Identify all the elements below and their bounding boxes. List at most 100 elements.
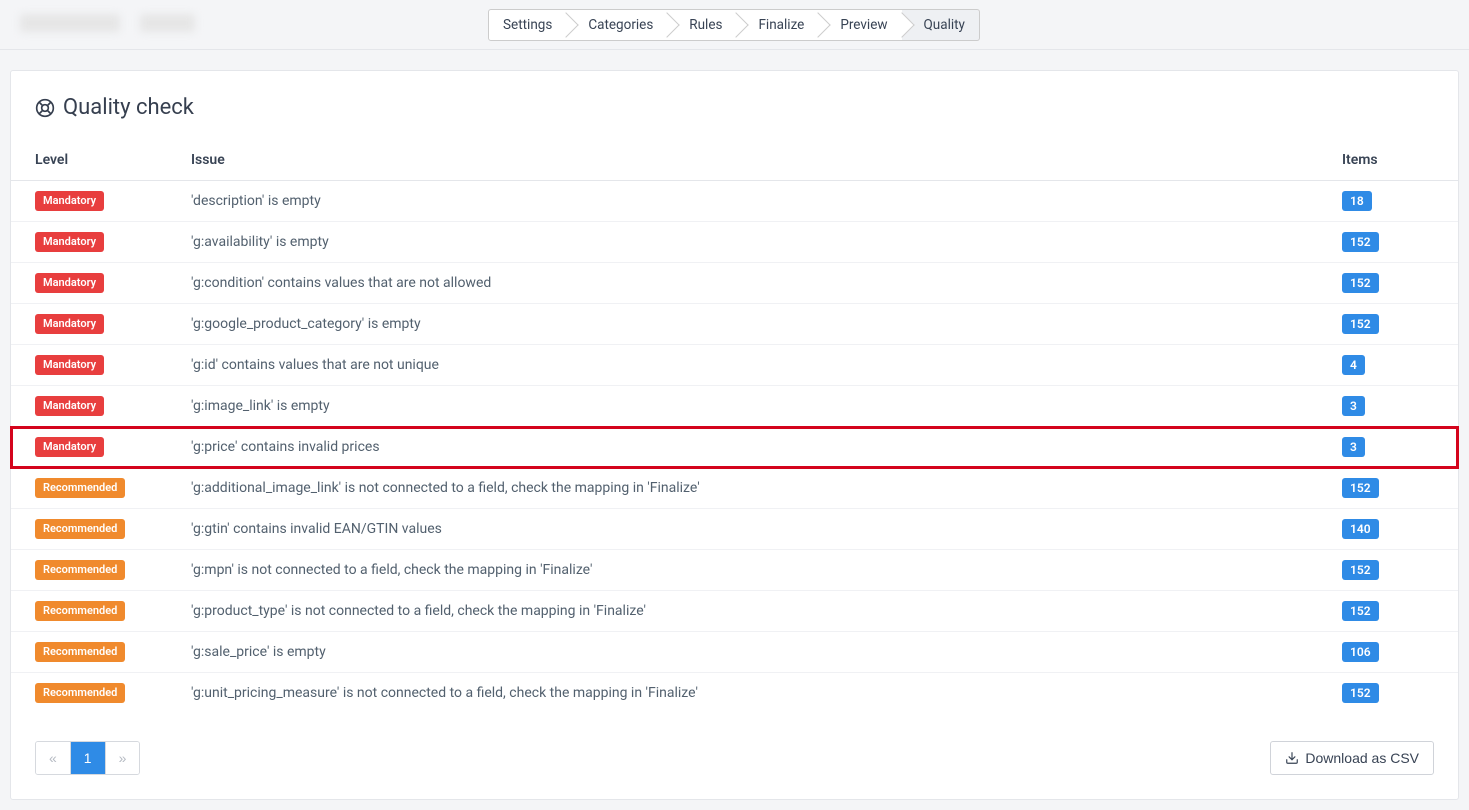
panel-title: Quality check	[63, 95, 194, 120]
cell-level: Recommended	[11, 591, 167, 632]
cell-items: 18	[1318, 181, 1458, 222]
level-badge: Mandatory	[35, 314, 104, 333]
table-row[interactable]: Recommended 'g:product_type' is not conne…	[11, 591, 1458, 632]
table-row[interactable]: Mandatory 'g:google_product_category' is …	[11, 304, 1458, 345]
cell-issue: 'g:image_link' is empty	[167, 386, 1318, 427]
cell-issue: 'g:id' contains values that are not uniq…	[167, 345, 1318, 386]
top-left-placeholder	[20, 14, 195, 32]
table-row[interactable]: Recommended 'g:mpn' is not connected to a…	[11, 550, 1458, 591]
cell-level: Recommended	[11, 673, 167, 714]
level-badge: Mandatory	[35, 396, 104, 415]
table-row[interactable]: Mandatory'g:condition' contains values t…	[11, 263, 1458, 304]
cell-level: Recommended	[11, 550, 167, 591]
step-categories[interactable]: Categories	[566, 9, 668, 41]
items-count-badge: 140	[1342, 519, 1379, 539]
cell-items: 152	[1318, 550, 1458, 591]
cell-level: Mandatory	[11, 427, 167, 468]
level-badge: Mandatory	[35, 355, 104, 374]
cell-items: 106	[1318, 632, 1458, 673]
col-issue-header: Issue	[167, 140, 1318, 181]
blurred-text	[20, 14, 120, 32]
level-badge: Recommended	[35, 601, 125, 620]
table-row[interactable]: Mandatory 'g:price' contains invalid pric…	[11, 427, 1458, 468]
quality-table: Level Issue Items Mandatory 'description'…	[11, 140, 1458, 713]
items-count-badge: 3	[1342, 437, 1365, 457]
items-count-badge: 152	[1342, 601, 1379, 621]
cell-items: 3	[1318, 386, 1458, 427]
level-badge: Recommended	[35, 478, 125, 497]
cell-issue: 'g:google_product_category' is empty	[167, 304, 1318, 345]
cell-level: Mandatory	[11, 304, 167, 345]
cell-issue: 'g:additional_image_link' is not connect…	[167, 468, 1318, 509]
items-count-badge: 152	[1342, 314, 1379, 334]
cell-issue: 'g:availability' is empty	[167, 222, 1318, 263]
level-badge: Recommended	[35, 560, 125, 579]
cell-level: Mandatory	[11, 345, 167, 386]
cell-issue: 'g:product_type' is not connected to a f…	[167, 591, 1318, 632]
table-row[interactable]: Recommended 'g:sale_price' is empty 106	[11, 632, 1458, 673]
cell-issue: 'g:unit_pricing_measure' is not connecte…	[167, 673, 1318, 714]
cell-level: Mandatory	[11, 386, 167, 427]
wizard-steps: SettingsCategoriesRulesFinalizePreviewQu…	[489, 9, 980, 41]
cell-level: Recommended	[11, 632, 167, 673]
cell-issue: 'g:price' contains invalid prices	[167, 427, 1318, 468]
cell-items: 152	[1318, 591, 1458, 632]
items-count-badge: 3	[1342, 396, 1365, 416]
panel-header: Quality check	[11, 71, 1458, 140]
level-badge: Recommended	[35, 642, 125, 661]
cell-issue: 'g:sale_price' is empty	[167, 632, 1318, 673]
items-count-badge: 18	[1342, 191, 1372, 211]
cell-items: 152	[1318, 468, 1458, 509]
cell-items: 140	[1318, 509, 1458, 550]
table-header-row: Level Issue Items	[11, 140, 1458, 181]
level-badge: Mandatory	[35, 232, 104, 251]
pagination: « 1 »	[35, 741, 140, 775]
level-badge: Mandatory	[35, 437, 104, 456]
items-count-badge: 152	[1342, 683, 1379, 703]
items-count-badge: 152	[1342, 273, 1379, 293]
items-count-badge: 152	[1342, 478, 1379, 498]
table-row[interactable]: Recommended 'g:unit_pricing_measure' is n…	[11, 673, 1458, 714]
level-badge: Recommended	[35, 683, 125, 702]
level-badge: Mandatory	[35, 191, 104, 210]
top-bar: SettingsCategoriesRulesFinalizePreviewQu…	[0, 0, 1469, 50]
col-items-header: Items	[1318, 140, 1458, 181]
cell-level: Mandatory	[11, 181, 167, 222]
level-badge: Recommended	[35, 519, 125, 538]
cell-items: 4	[1318, 345, 1458, 386]
cell-items: 152	[1318, 222, 1458, 263]
download-icon	[1285, 751, 1299, 765]
cell-items: 3	[1318, 427, 1458, 468]
cell-level: Mandatory	[11, 263, 167, 304]
cell-items: 152	[1318, 263, 1458, 304]
page-number-button[interactable]: 1	[71, 742, 106, 774]
download-label: Download as CSV	[1305, 750, 1419, 766]
cell-level: Recommended	[11, 468, 167, 509]
col-level-header: Level	[11, 140, 167, 181]
items-count-badge: 152	[1342, 560, 1379, 580]
cell-issue: 'g:mpn' is not connected to a field, che…	[167, 550, 1318, 591]
cell-items: 152	[1318, 673, 1458, 714]
items-count-badge: 106	[1342, 642, 1379, 662]
cell-issue: 'description' is empty	[167, 181, 1318, 222]
table-row[interactable]: Recommended 'g:additional_image_link' is …	[11, 468, 1458, 509]
items-count-badge: 4	[1342, 355, 1365, 375]
step-settings[interactable]: Settings	[488, 9, 567, 41]
cell-items: 152	[1318, 304, 1458, 345]
table-row[interactable]: Mandatory 'description' is empty 18	[11, 181, 1458, 222]
table-row[interactable]: Mandatory 'g:availability' is empty 152	[11, 222, 1458, 263]
table-row[interactable]: Recommended'g:gtin' contains invalid EAN…	[11, 509, 1458, 550]
blurred-text	[140, 14, 195, 32]
quality-panel: Quality check Level Issue Items Mandator…	[10, 70, 1459, 800]
page-prev-button[interactable]: «	[36, 742, 71, 774]
table-row[interactable]: Mandatory 'g:id' contains values that are…	[11, 345, 1458, 386]
lifebuoy-icon	[35, 98, 55, 118]
table-row[interactable]: Mandatory 'g:image_link' is empty 3	[11, 386, 1458, 427]
download-csv-button[interactable]: Download as CSV	[1270, 741, 1434, 775]
page-next-button[interactable]: »	[106, 742, 140, 774]
cell-level: Mandatory	[11, 222, 167, 263]
items-count-badge: 152	[1342, 232, 1379, 252]
panel-footer: « 1 » Download as CSV	[11, 713, 1458, 799]
cell-level: Recommended	[11, 509, 167, 550]
level-badge: Mandatory	[35, 273, 104, 292]
